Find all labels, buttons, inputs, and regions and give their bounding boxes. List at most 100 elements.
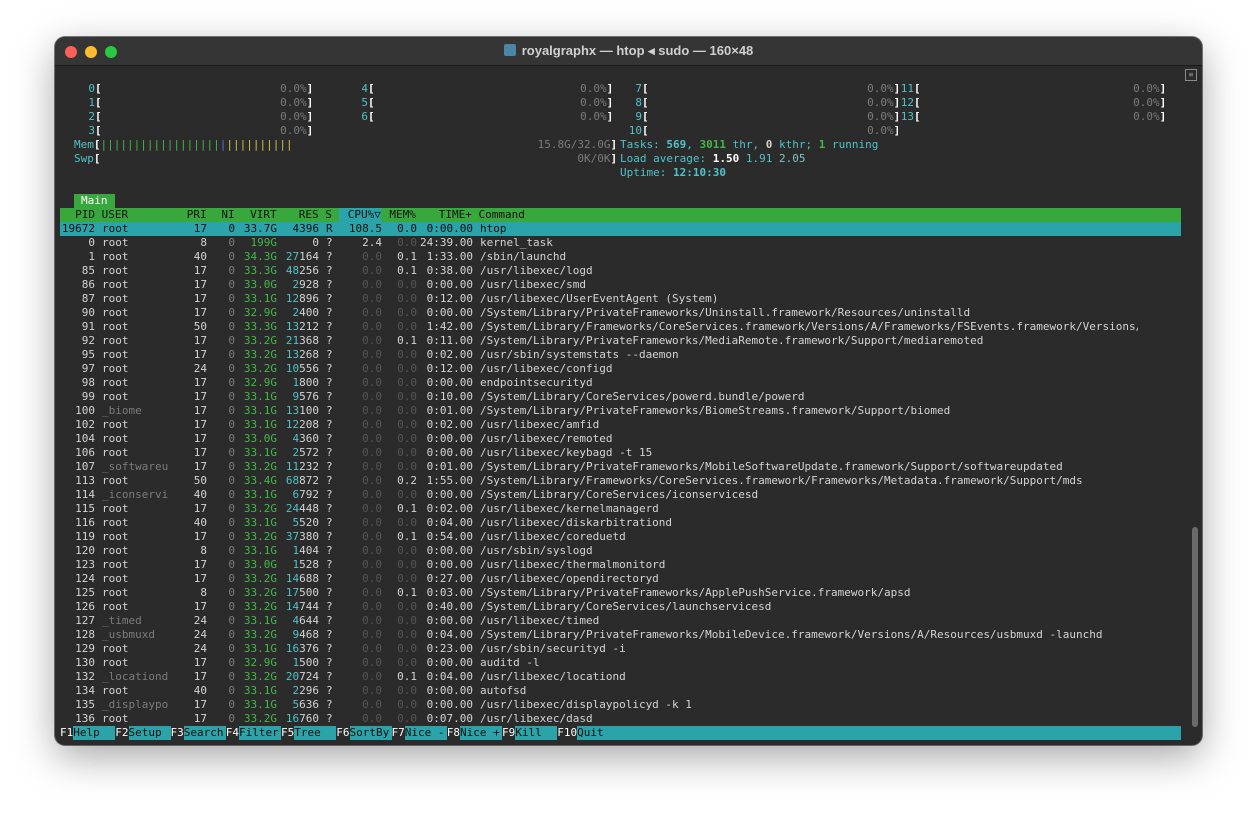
fkey-f9[interactable]: F9 bbox=[502, 726, 516, 740]
cell-virt: 33.2G bbox=[243, 348, 277, 361]
cell-ni: 0 bbox=[228, 530, 235, 543]
fkey-label[interactable]: Help bbox=[73, 726, 116, 740]
table-row[interactable]: 85 root 17 0 33.3G 48256 ? 0.0 0.1 0:38.00 /us… bbox=[60, 264, 1181, 278]
cell-time: 0:00.00 bbox=[426, 698, 473, 711]
table-row[interactable]: 92 root 17 0 33.2G 21368 ? 0.0 0.1 0:11.00 /Sy… bbox=[60, 334, 1181, 348]
fkey-f6[interactable]: F6 bbox=[336, 726, 350, 740]
fkey-label[interactable]: SortBy bbox=[349, 726, 392, 740]
col-command[interactable]: Command bbox=[479, 208, 525, 222]
table-row[interactable]: 123 root 17 0 33.0G 1528 ? 0.0 0.0 0:00.00 /us… bbox=[60, 558, 1181, 572]
cell-ni: 0 bbox=[228, 670, 235, 683]
fkey-f10[interactable]: F10 bbox=[557, 726, 578, 740]
table-row[interactable]: 130 root 17 0 32.9G 1500 ? 0.0 0.0 0:00.00 aud… bbox=[60, 656, 1181, 670]
cell-ni: 0 bbox=[228, 614, 235, 627]
table-row[interactable]: 98 root 17 0 32.9G 1800 ? 0.0 0.0 0:00.00 endp… bbox=[60, 376, 1181, 390]
table-row[interactable]: 129 root 24 0 33.1G 16376 ? 0.0 0.0 0:23.00 /u… bbox=[60, 642, 1181, 656]
table-row[interactable]: 115 root 17 0 33.2G 24448 ? 0.0 0.1 0:02.00 /u… bbox=[60, 502, 1181, 516]
table-row[interactable]: 124 root 17 0 33.2G 14688 ? 0.0 0.0 0:27.00 /u… bbox=[60, 572, 1181, 586]
table-row[interactable]: 107 _softwareu 17 0 33.2G 11232 ? 0.0 0.0 0:01… bbox=[60, 460, 1181, 474]
cell-s: ? bbox=[326, 502, 333, 515]
table-row[interactable]: 114 _iconservi 40 0 33.1G 6792 ? 0.0 0.0 0:00.… bbox=[60, 488, 1181, 502]
fkey-f1[interactable]: F1 bbox=[60, 726, 74, 740]
cell-ni: 0 bbox=[228, 516, 235, 529]
table-row[interactable]: 135 _displaypo 17 0 33.1G 5636 ? 0.0 0.0 0:00.… bbox=[60, 698, 1181, 712]
cell-pid: 128 bbox=[75, 628, 95, 641]
fkey-label[interactable]: Nice - bbox=[404, 726, 447, 740]
col-ni[interactable]: NI bbox=[207, 208, 234, 222]
table-row[interactable]: 99 root 17 0 33.1G 9576 ? 0.0 0.0 0:10.00 /Sys… bbox=[60, 390, 1181, 404]
col-user[interactable]: USER bbox=[102, 208, 172, 222]
cell-cpu: 0.0 bbox=[362, 516, 382, 529]
tab-main[interactable]: Main bbox=[74, 194, 115, 208]
col-res[interactable]: RES bbox=[277, 208, 319, 222]
table-row[interactable]: 1 root 40 0 34.3G 27164 ? 0.0 0.1 1:33.00 /sbi… bbox=[60, 250, 1181, 264]
cpu-value: 0.0% bbox=[580, 96, 607, 109]
col-s[interactable]: S bbox=[325, 208, 332, 222]
cell-user: _timed bbox=[102, 614, 142, 627]
table-row[interactable]: 132 _locationd 17 0 33.2G 20724 ? 0.0 0.1 0:04… bbox=[60, 670, 1181, 684]
fkey-label[interactable]: Filter bbox=[239, 726, 281, 740]
table-row[interactable]: 113 root 50 0 33.4G 68872 ? 0.0 0.2 1:55.00 /S… bbox=[60, 474, 1181, 488]
col-pri[interactable]: PRI bbox=[172, 208, 207, 222]
cell-cpu: 0.0 bbox=[362, 712, 382, 725]
table-row[interactable]: 90 root 17 0 32.9G 2400 ? 0.0 0.0 0:00.00 /Sys… bbox=[60, 306, 1181, 320]
cell-mem: 0.0 bbox=[397, 600, 417, 613]
table-row[interactable]: 91 root 50 0 33.3G 13212 ? 0.0 0.0 1:42.00 /Sy… bbox=[60, 320, 1181, 334]
fkey-label[interactable]: Nice + bbox=[460, 726, 502, 740]
table-row[interactable]: 119 root 17 0 33.2G 37380 ? 0.0 0.1 0:54.00 /u… bbox=[60, 530, 1181, 544]
fkey-f5[interactable]: F5 bbox=[281, 726, 295, 740]
table-row[interactable]: 86 root 17 0 33.0G 2928 ? 0.0 0.0 0:00.00 /usr… bbox=[60, 278, 1181, 292]
cell-res: 37380 bbox=[285, 530, 319, 543]
table-row[interactable]: 97 root 24 0 33.2G 10556 ? 0.0 0.0 0:12.00 /us… bbox=[60, 362, 1181, 376]
fkey-label[interactable]: Setup bbox=[128, 726, 171, 740]
cell-pri: 8 bbox=[200, 544, 207, 557]
scrollbar-thumb[interactable] bbox=[1192, 527, 1198, 727]
function-key-bar: F1Help F2Setup F3Search F4Filter F5Tree F6… bbox=[60, 726, 1181, 740]
cell-virt: 33.1G bbox=[243, 642, 277, 655]
cell-virt: 33.1G bbox=[243, 684, 277, 697]
scroll-menu-icon[interactable]: ≡ bbox=[1185, 69, 1197, 81]
cell-time: 0:00.00 bbox=[426, 544, 473, 557]
table-row[interactable]: 120 root 8 0 33.1G 1404 ? 0.0 0.0 0:00.00 /usr… bbox=[60, 544, 1181, 558]
col-virt[interactable]: VIRT bbox=[235, 208, 277, 222]
cell-pid: 87 bbox=[81, 292, 95, 305]
table-row-selected[interactable]: 19672 root 17 0 33.7G 4396 R 108.5 0.0 0:00.00… bbox=[60, 222, 1181, 236]
fkey-f3[interactable]: F3 bbox=[170, 726, 184, 740]
table-row[interactable]: 104 root 17 0 33.0G 4360 ? 0.0 0.0 0:00.00 /us… bbox=[60, 432, 1181, 446]
fkey-label[interactable]: Search bbox=[183, 726, 226, 740]
table-row[interactable]: 102 root 17 0 33.1G 12208 ? 0.0 0.0 0:02.00 /u… bbox=[60, 418, 1181, 432]
col-pid[interactable]: PID bbox=[60, 208, 95, 222]
fkey-f8[interactable]: F8 bbox=[446, 726, 460, 740]
table-row[interactable]: 127 _timed 24 0 33.1G 4644 ? 0.0 0.0 0:00.00 /… bbox=[60, 614, 1181, 628]
table-row[interactable]: 0 root 8 0 199G 0 ? 2.4 0.0 24:39.00 kernel_ta… bbox=[60, 236, 1181, 250]
col-time[interactable]: TIME+ bbox=[416, 208, 472, 222]
cell-s: ? bbox=[326, 236, 333, 249]
table-row[interactable]: 134 root 40 0 33.1G 2296 ? 0.0 0.0 0:00.00 aut… bbox=[60, 684, 1181, 698]
cell-cmd: /usr/libexec/UserEventAgent (System) bbox=[480, 292, 719, 305]
fkey-label[interactable]: Quit bbox=[577, 726, 604, 740]
fkey-f2[interactable]: F2 bbox=[115, 726, 129, 740]
table-row[interactable]: 106 root 17 0 33.1G 2572 ? 0.0 0.0 0:00.00 /us… bbox=[60, 446, 1181, 460]
cell-cpu: 0.0 bbox=[362, 628, 382, 641]
table-row[interactable]: 125 root 8 0 33.2G 17500 ? 0.0 0.1 0:03.00 /Sy… bbox=[60, 586, 1181, 600]
table-row[interactable]: 136 root 17 0 33.2G 16760 ? 0.0 0.0 0:07.00 /u… bbox=[60, 712, 1181, 726]
cell-s: ? bbox=[326, 530, 333, 543]
cell-cpu: 0.0 bbox=[362, 446, 382, 459]
table-row[interactable]: 100 _biome 17 0 33.1G 13100 ? 0.0 0.0 0:01.00 … bbox=[60, 404, 1181, 418]
fkey-f4[interactable]: F4 bbox=[225, 726, 239, 740]
col-cpu[interactable]: CPU%▽ bbox=[338, 208, 381, 222]
table-row[interactable]: 128 _usbmuxd 24 0 33.2G 9468 ? 0.0 0.0 0:04.00… bbox=[60, 628, 1181, 642]
cell-mem: 0.0 bbox=[397, 390, 417, 403]
table-row[interactable]: 116 root 40 0 33.1G 5520 ? 0.0 0.0 0:04.00 /us… bbox=[60, 516, 1181, 530]
table-row[interactable]: 87 root 17 0 33.1G 12896 ? 0.0 0.0 0:12.00 /us… bbox=[60, 292, 1181, 306]
cell-user: root bbox=[102, 376, 129, 389]
cell-pid: 126 bbox=[75, 600, 95, 613]
table-row[interactable]: 126 root 17 0 33.2G 14744 ? 0.0 0.0 0:40.00 /S… bbox=[60, 600, 1181, 614]
cell-user: root bbox=[102, 432, 129, 445]
fkey-f7[interactable]: F7 bbox=[391, 726, 405, 740]
fkey-label[interactable]: Kill bbox=[515, 726, 558, 740]
table-row[interactable]: 95 root 17 0 33.2G 13268 ? 0.0 0.0 0:02.00 /us… bbox=[60, 348, 1181, 362]
cell-time: 0:00.00 bbox=[426, 446, 473, 459]
fkey-label[interactable]: Tree bbox=[294, 726, 337, 740]
col-mem[interactable]: MEM% bbox=[381, 208, 416, 222]
